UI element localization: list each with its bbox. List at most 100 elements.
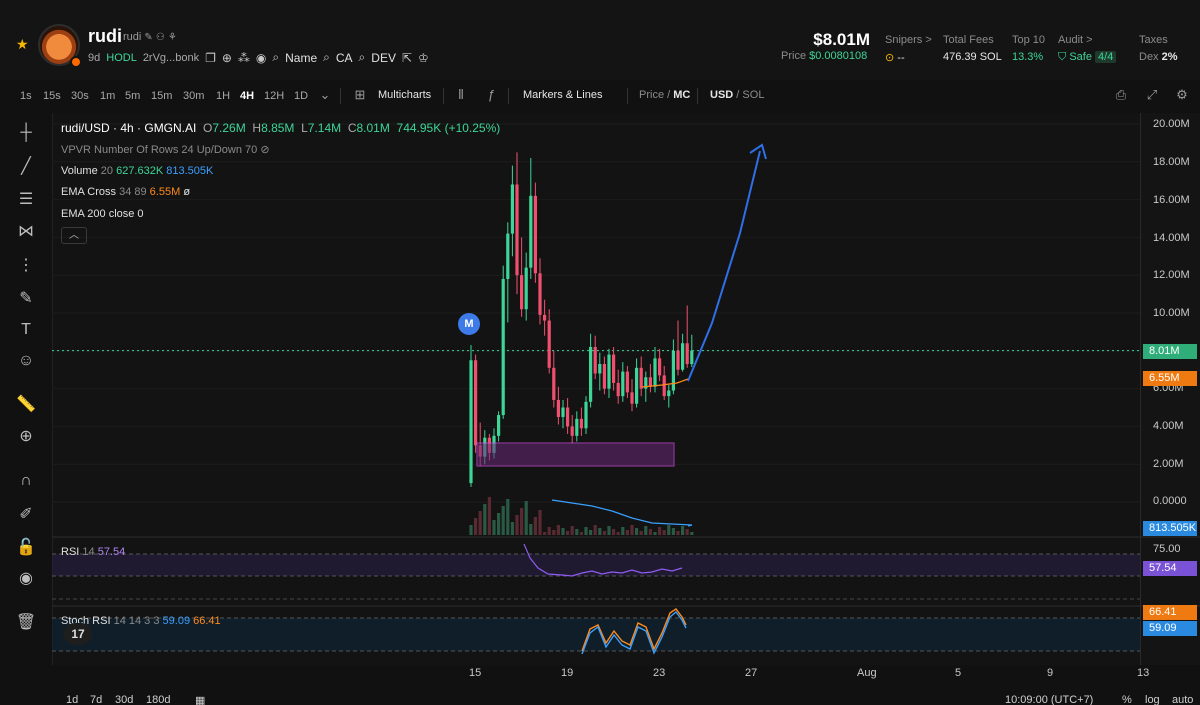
copy-icon[interactable]: ❐ — [205, 51, 216, 65]
rsi-legend[interactable]: RSI 14 57.54 — [61, 546, 125, 558]
indicators-fx-icon[interactable]: ƒ — [482, 86, 500, 104]
ema200-legend[interactable]: EMA 200 close 0 — [61, 208, 144, 220]
brush-icon[interactable]: ✎ — [14, 287, 38, 311]
candle-body — [552, 367, 556, 400]
vpvr-label: VPVR Number Of Rows 24 Up/Down 70 — [61, 144, 258, 156]
timeframe-30m[interactable]: 30m — [183, 90, 204, 102]
toolbar-divider — [443, 88, 444, 104]
candle-body — [474, 360, 478, 446]
horizontal-lines-icon[interactable]: ☰ — [14, 188, 38, 212]
timeframe-30s[interactable]: 30s — [71, 90, 89, 102]
date-tick: 15 — [469, 667, 482, 679]
volume-bar — [635, 528, 639, 535]
timeframe-1s[interactable]: 1s — [20, 90, 32, 102]
hidden-eye-icon[interactable]: ⊘ — [260, 144, 269, 156]
trash-icon[interactable]: 🗑 — [14, 611, 38, 635]
symbol-label: rudi/USD · 4h · GMGN.AI — [61, 121, 197, 135]
zoom-in-icon[interactable]: ⊕ — [14, 425, 38, 449]
text-tool-icon[interactable]: T — [14, 318, 38, 342]
community-icon[interactable]: ⁂ — [238, 51, 250, 65]
ema-price-tag: 6.55M — [1143, 371, 1197, 386]
multicharts-button[interactable]: Multicharts — [378, 89, 431, 101]
total-fees-value: 476.39 SOL — [943, 51, 1002, 63]
collapse-legend-button[interactable]: ︿ — [61, 227, 87, 244]
candle-body — [510, 184, 514, 234]
auto-toggle[interactable]: auto — [1172, 694, 1193, 705]
range-30d[interactable]: 30d — [115, 694, 133, 705]
eye-icon[interactable]: ◉ — [14, 567, 38, 591]
lock-drawing-icon[interactable]: ✐ — [14, 503, 38, 527]
volume-bar — [552, 530, 556, 535]
volume-bar — [492, 520, 496, 535]
token-name: rudi — [88, 26, 122, 46]
timeframe-1d[interactable]: 1D — [294, 90, 308, 102]
timeframe-15m[interactable]: 15m — [151, 90, 172, 102]
candle-body — [584, 401, 588, 429]
volume-bar — [621, 527, 625, 535]
search-dev-link[interactable]: DEV — [371, 51, 396, 65]
range-1d[interactable]: 1d — [66, 694, 78, 705]
kol-icon[interactable]: ⚘ — [168, 32, 177, 43]
migration-marker[interactable]: M — [458, 313, 480, 335]
date-tick: 13 — [1137, 667, 1150, 679]
candle-body — [612, 354, 616, 383]
edit-icon[interactable]: ✎ — [144, 32, 152, 43]
crosshair-icon[interactable]: ┼ — [14, 121, 38, 145]
candle-type-icon[interactable]: ⫴ — [452, 86, 470, 104]
change-value: 744.95K (+10.25%) — [396, 121, 501, 135]
price-tick: 12.00M — [1153, 269, 1190, 281]
percent-toggle[interactable]: % — [1122, 694, 1132, 705]
timeframe-5m[interactable]: 5m — [125, 90, 140, 102]
markers-lines-button[interactable]: Markers & Lines — [523, 89, 602, 101]
calendar-icon[interactable]: ▦ — [195, 694, 205, 705]
log-toggle[interactable]: log — [1145, 694, 1160, 705]
candle-body — [515, 184, 519, 276]
clock-time[interactable]: 10:09:00 (UTC+7) — [1005, 694, 1093, 705]
timeframe-1m[interactable]: 1m — [100, 90, 115, 102]
volume-legend[interactable]: Volume 20 627.632K 813.505K — [61, 165, 213, 177]
timeframe-dropdown-icon[interactable]: ⌄ — [316, 86, 334, 104]
favorite-star-icon[interactable]: ★ — [16, 36, 29, 53]
trend-line-icon[interactable]: ╱ — [14, 155, 38, 179]
usd-sol-toggle[interactable]: USD / SOL — [710, 89, 764, 101]
camera-icon[interactable]: ⎙ — [1112, 86, 1130, 104]
audit-stat[interactable]: Audit > ⛉ Safe 4/4 — [1058, 34, 1117, 64]
candle-body — [561, 407, 565, 417]
search-name-link[interactable]: Name — [285, 51, 317, 65]
magnet-icon[interactable]: ∩ — [14, 469, 38, 493]
vpvr-legend[interactable]: VPVR Number Of Rows 24 Up/Down 70 ⊘ — [61, 143, 270, 156]
timeframe-12h[interactable]: 12H — [264, 90, 284, 102]
telegram-icon[interactable]: ◉ — [256, 51, 266, 65]
ruler-icon[interactable]: 📏 — [14, 393, 38, 417]
emoji-icon[interactable]: ☺ — [14, 349, 38, 373]
candle-body — [625, 371, 629, 393]
volume-bar — [602, 531, 606, 535]
timeframe-1h[interactable]: 1H — [216, 90, 230, 102]
share-icon[interactable]: ⇱ — [402, 51, 412, 65]
candle-body — [616, 382, 620, 397]
holders-icon[interactable]: ⚇ — [156, 32, 165, 43]
crown-icon[interactable]: ♔ — [418, 51, 429, 65]
timeframe-4h[interactable]: 4H — [240, 90, 254, 102]
timeframe-15s[interactable]: 15s — [43, 90, 61, 102]
snipers-stat[interactable]: Snipers > ⊙ -- — [885, 34, 932, 64]
fullscreen-icon[interactable]: ⤢ — [1143, 86, 1161, 104]
fib-tool-icon[interactable]: ⋮ — [14, 254, 38, 278]
ema-cross-legend[interactable]: EMA Cross 34 89 6.55M ø — [61, 186, 190, 198]
search-dev-icon[interactable]: ⌕ — [359, 50, 366, 65]
add-chart-icon[interactable]: ⊞ — [351, 86, 369, 104]
range-7d[interactable]: 7d — [90, 694, 102, 705]
search-name-icon[interactable]: ⌕ — [272, 50, 279, 65]
search-ca-link[interactable]: CA — [336, 51, 353, 65]
website-icon[interactable]: ⊕ — [222, 51, 232, 65]
unlock-icon[interactable]: 🔓 — [14, 536, 38, 560]
settings-gear-icon[interactable]: ⚙ — [1173, 86, 1191, 104]
search-ca-icon[interactable]: ⌕ — [323, 50, 330, 65]
audit-badge: 4/4 — [1095, 51, 1117, 63]
candle-body — [598, 364, 602, 374]
volume-bar — [607, 526, 611, 535]
pattern-icon[interactable]: ⋈ — [14, 220, 38, 244]
price-mc-toggle[interactable]: Price / MC — [639, 89, 690, 101]
range-180d[interactable]: 180d — [146, 694, 170, 705]
snipers-label: Snipers > — [885, 34, 932, 46]
